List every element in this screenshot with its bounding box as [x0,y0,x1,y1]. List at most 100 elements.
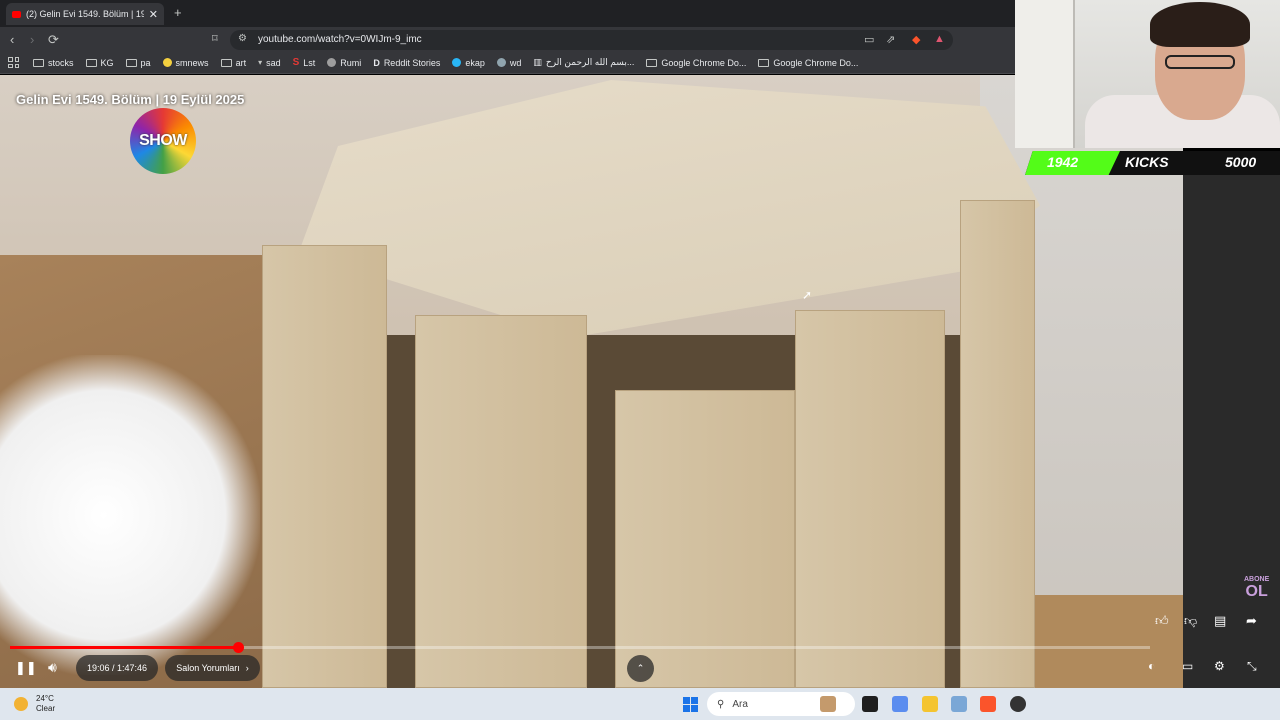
settings-gear-icon[interactable]: ⚙ [1214,659,1225,673]
wd-favicon-icon [496,58,506,67]
bookmark-kg[interactable]: KG [85,57,114,68]
tab-title: (2) Gelin Evi 1549. Bölüm | 19 [26,9,144,19]
bookmark-arabic[interactable]: ▥ بسم الله الرحمن الرح... [533,57,634,68]
like-icon[interactable]: 👍︎ [1155,613,1169,629]
weather-condition: Clear [36,704,56,713]
bookmark-icon[interactable]: ⌑ [212,32,218,45]
share-icon[interactable]: ⇗ [886,33,895,46]
bookmark-chrome-1[interactable]: Google Chrome Do... [646,58,746,68]
reload-icon[interactable]: ⟳ [48,32,59,48]
task-view-icon[interactable] [862,696,878,712]
arabic-favicon-icon: ▥ [533,57,542,67]
chevron-up-icon: ⌃ [636,663,645,673]
dislike-icon[interactable]: 👎︎ [1184,613,1197,629]
youtube-favicon-icon [12,10,21,18]
lst-favicon-icon: S [292,57,300,68]
bookmark-label: KG [100,57,114,68]
chevron-right-icon: › [245,663,249,673]
bookmark-label: Google Chrome Do... [661,57,747,68]
bookmark-label: Google Chrome Do... [773,57,859,68]
folder-icon [125,58,137,67]
expand-up-button[interactable]: ⌃ [627,655,654,682]
bookmark-art[interactable]: art [220,58,246,68]
chapter-label: Salon Yorumları [176,663,240,673]
bookmark-label: بسم الله الرحمن الرح... [545,57,635,67]
widgets-icon[interactable] [820,696,836,712]
back-icon[interactable]: ‹ [10,32,14,47]
subscribe-bottom: OL [1245,583,1268,600]
bookmark-lst[interactable]: S Lst [293,57,316,68]
screen: (2) Gelin Evi 1549. Bölüm | 19 ✕ + ‹ › ⟳… [0,0,1280,720]
bookmark-label: smnews [175,57,209,68]
subscribe-overlay: ABONE OL [1244,574,1269,600]
ekap-favicon-icon [452,58,462,67]
show-tv-logo: SHOW [130,108,196,174]
forward-icon[interactable]: › [30,32,34,47]
copilot-icon[interactable] [892,696,908,712]
progress-bar[interactable] [10,642,1150,653]
video-fur-rug [0,355,260,675]
webcam-background [1015,0,1075,148]
windows-start-icon[interactable] [683,697,698,712]
bookmark-pa[interactable]: pa [125,58,151,68]
share-arrow-icon[interactable]: ➦ [1246,613,1257,629]
obs-icon[interactable] [1010,696,1026,712]
folder-icon [85,58,97,67]
bookmark-stocks[interactable]: stocks [33,58,74,68]
time-display: 19:06 / 1:47:46 [76,655,158,681]
chapter-button[interactable]: Salon Yorumları › [165,655,260,681]
browser-toolbar: ‹ › ⟳ ⌑ ⚙ youtube.com/watch?v=0WIJm-9_im… [0,27,1015,52]
brave-browser-icon[interactable] [980,696,996,712]
weather-widget[interactable]: 24°C Clear [14,694,55,714]
apps-grid-icon[interactable] [8,57,19,68]
autoplay-toggle-icon[interactable]: ◐ [1148,659,1155,673]
reddit-stories-favicon-icon: D [373,57,380,68]
folder-icon [33,58,44,67]
bookmark-ekap[interactable]: ekap [452,58,485,68]
video-table-leg [795,310,945,688]
kicks-label: KICKS [1125,154,1169,170]
pause-icon[interactable]: ❚❚ [15,660,37,676]
bookmark-sad[interactable]: ▾ sad [258,58,281,68]
address-bar[interactable]: ⚙ youtube.com/watch?v=0WIJm-9_imc ▭ ⇗ ◆ … [230,30,953,50]
cast-icon[interactable]: ▭ [864,33,874,46]
volume-icon[interactable]: 🔊︎ [48,659,57,676]
rumi-favicon-icon [327,58,337,67]
folder-icon [646,58,658,67]
video-table-leg [262,245,387,688]
bookmark-label: stocks [48,57,74,68]
bookmark-label: Reddit Stories [383,57,441,68]
smnews-favicon-icon [162,58,172,67]
brave-shield-icon[interactable]: ◆ [912,33,920,46]
file-explorer-icon[interactable] [922,696,938,712]
bookmark-wd[interactable]: wd [496,58,521,68]
mouse-cursor-icon: ➚ [802,288,813,302]
bookmark-label: ekap [465,57,485,68]
browser-tab[interactable]: (2) Gelin Evi 1549. Bölüm | 19 ✕ [6,3,164,25]
comments-icon[interactable]: ▤ [1214,613,1226,629]
right-panel [1183,175,1280,688]
folder-icon [220,58,232,67]
video-table-leg [615,390,795,688]
new-tab-button[interactable]: + [174,5,182,20]
url-text[interactable]: youtube.com/watch?v=0WIJm-9_imc [258,34,422,45]
video-title: Gelin Evi 1549. Bölüm | 19 Eylül 2025 [16,92,245,107]
exit-fullscreen-icon[interactable]: ⤡ [1247,659,1257,674]
brave-rewards-icon[interactable]: ▲ [934,33,945,45]
bookmark-smnews[interactable]: smnews [162,57,209,68]
bookmark-chrome-2[interactable]: Google Chrome Do... [758,58,858,68]
progress-knob[interactable] [233,642,244,653]
subtitles-icon[interactable]: ▭ [1182,659,1193,673]
temperature: 24°C [36,694,54,703]
bookmark-label: sad [266,57,281,68]
site-info-icon[interactable]: ⚙ [238,33,247,44]
video-player[interactable]: Gelin Evi 1549. Bölüm | 19 Eylül 2025 SH… [0,75,1183,688]
search-placeholder: Ara [732,698,748,710]
kicks-count: 1942 [1047,154,1079,170]
bookmark-rumi[interactable]: Rumi [327,58,361,68]
time-text: 19:06 / 1:47:46 [86,663,148,673]
snipping-tool-icon[interactable] [951,696,967,712]
folder-icon [758,58,770,67]
tab-close-icon[interactable]: ✕ [149,8,158,21]
bookmark-reddit-stories[interactable]: D Reddit Stories [373,58,440,68]
